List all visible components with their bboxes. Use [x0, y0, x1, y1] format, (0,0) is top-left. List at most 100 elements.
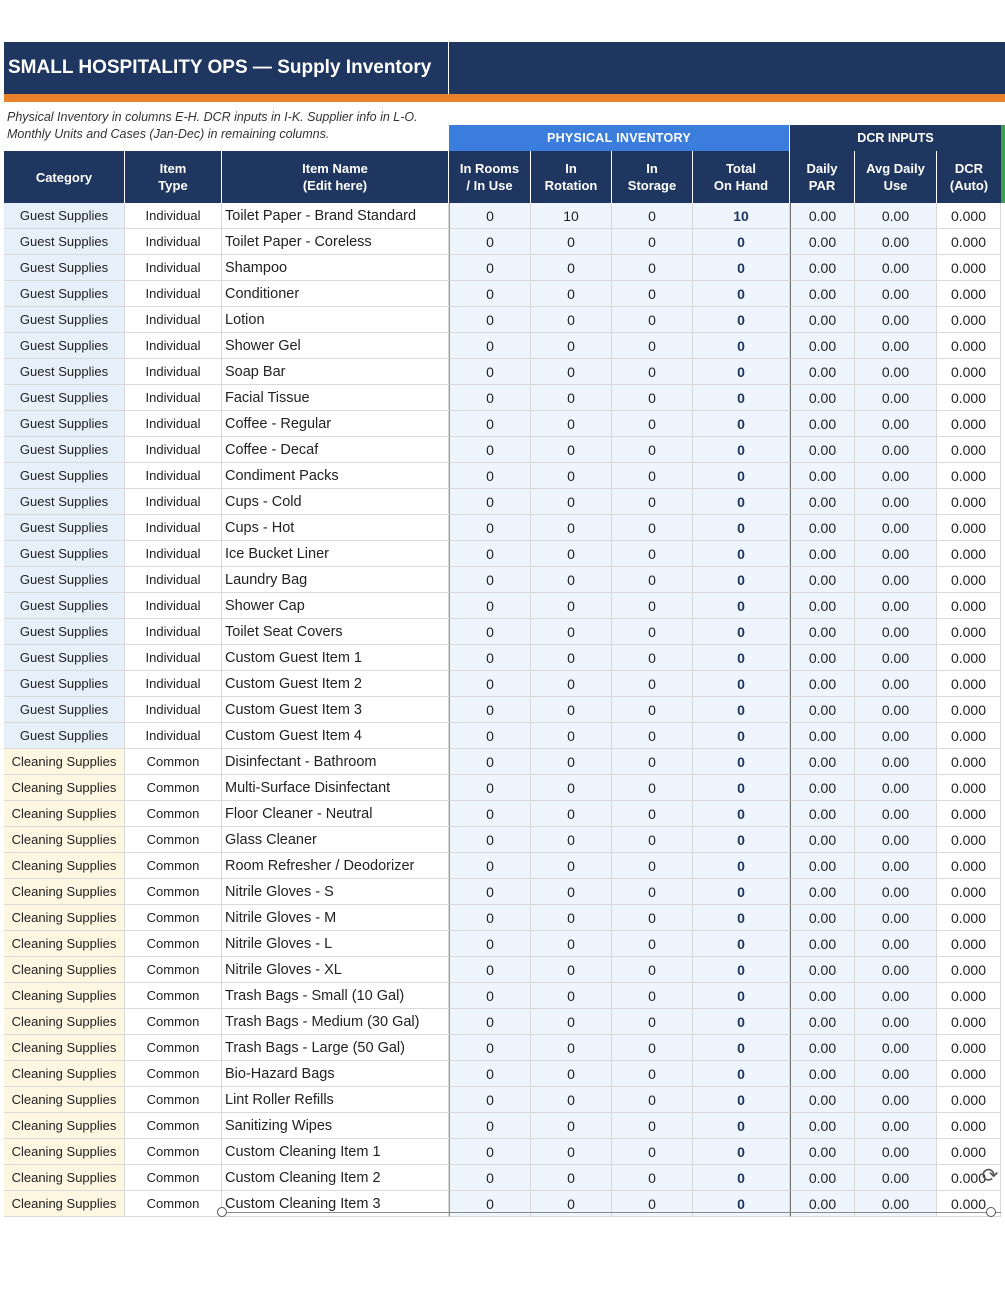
in-rooms-cell[interactable]: 0 [449, 541, 531, 567]
category-cell[interactable]: Cleaning Supplies [4, 853, 125, 879]
dcr-cell[interactable]: 0.000 [937, 255, 1001, 281]
in-rooms-cell[interactable]: 0 [449, 1087, 531, 1113]
total-on-hand-cell[interactable]: 0 [693, 957, 790, 983]
dcr-cell[interactable]: 0.000 [937, 437, 1001, 463]
avg-daily-use-cell[interactable]: 0.00 [855, 1035, 937, 1061]
category-cell[interactable]: Guest Supplies [4, 411, 125, 437]
in-rooms-cell[interactable]: 0 [449, 853, 531, 879]
in-rotation-cell[interactable]: 0 [531, 229, 612, 255]
item-name-cell[interactable]: Nitrile Gloves - L [222, 931, 449, 957]
avg-daily-use-cell[interactable]: 0.00 [855, 281, 937, 307]
total-on-hand-cell[interactable]: 0 [693, 983, 790, 1009]
item-name-cell[interactable]: Facial Tissue [222, 385, 449, 411]
in-rooms-cell[interactable]: 0 [449, 1139, 531, 1165]
in-storage-cell[interactable]: 0 [612, 385, 693, 411]
daily-par-cell[interactable]: 0.00 [790, 1009, 855, 1035]
item-type-cell[interactable]: Individual [125, 671, 222, 697]
in-rotation-cell[interactable]: 0 [531, 1035, 612, 1061]
in-rotation-cell[interactable]: 0 [531, 905, 612, 931]
item-name-cell[interactable]: Nitrile Gloves - M [222, 905, 449, 931]
category-cell[interactable]: Guest Supplies [4, 203, 125, 229]
category-cell[interactable]: Guest Supplies [4, 229, 125, 255]
item-name-cell[interactable]: Soap Bar [222, 359, 449, 385]
item-type-cell[interactable]: Individual [125, 385, 222, 411]
avg-daily-use-cell[interactable]: 0.00 [855, 827, 937, 853]
in-rooms-cell[interactable]: 0 [449, 281, 531, 307]
dcr-cell[interactable]: 0.000 [937, 619, 1001, 645]
item-type-cell[interactable]: Common [125, 879, 222, 905]
avg-daily-use-cell[interactable]: 0.00 [855, 1009, 937, 1035]
in-rooms-cell[interactable]: 0 [449, 411, 531, 437]
avg-daily-use-cell[interactable]: 0.00 [855, 437, 937, 463]
item-type-cell[interactable]: Individual [125, 567, 222, 593]
avg-daily-use-cell[interactable]: 0.00 [855, 957, 937, 983]
in-storage-cell[interactable]: 0 [612, 905, 693, 931]
in-rooms-cell[interactable]: 0 [449, 931, 531, 957]
in-storage-cell[interactable]: 0 [612, 515, 693, 541]
in-rotation-cell[interactable]: 0 [531, 775, 612, 801]
total-on-hand-cell[interactable]: 0 [693, 437, 790, 463]
in-rotation-cell[interactable]: 0 [531, 723, 612, 749]
in-storage-cell[interactable]: 0 [612, 333, 693, 359]
item-type-cell[interactable]: Individual [125, 411, 222, 437]
in-storage-cell[interactable]: 0 [612, 593, 693, 619]
daily-par-cell[interactable]: 0.00 [790, 515, 855, 541]
item-type-cell[interactable]: Common [125, 775, 222, 801]
daily-par-cell[interactable]: 0.00 [790, 827, 855, 853]
daily-par-cell[interactable]: 0.00 [790, 411, 855, 437]
total-on-hand-cell[interactable]: 0 [693, 489, 790, 515]
dcr-cell[interactable]: 0.000 [937, 671, 1001, 697]
total-on-hand-cell[interactable]: 0 [693, 1139, 790, 1165]
dcr-cell[interactable]: 0.000 [937, 411, 1001, 437]
avg-daily-use-cell[interactable]: 0.00 [855, 879, 937, 905]
in-storage-cell[interactable]: 0 [612, 619, 693, 645]
dcr-cell[interactable]: 0.000 [937, 333, 1001, 359]
category-cell[interactable]: Guest Supplies [4, 619, 125, 645]
avg-daily-use-cell[interactable]: 0.00 [855, 411, 937, 437]
category-cell[interactable]: Cleaning Supplies [4, 775, 125, 801]
in-storage-cell[interactable]: 0 [612, 775, 693, 801]
category-cell[interactable]: Guest Supplies [4, 671, 125, 697]
in-storage-cell[interactable]: 0 [612, 229, 693, 255]
category-cell[interactable]: Cleaning Supplies [4, 827, 125, 853]
in-storage-cell[interactable]: 0 [612, 827, 693, 853]
item-type-cell[interactable]: Common [125, 1009, 222, 1035]
total-on-hand-cell[interactable]: 0 [693, 1191, 790, 1217]
category-cell[interactable]: Guest Supplies [4, 515, 125, 541]
avg-daily-use-cell[interactable]: 0.00 [855, 671, 937, 697]
category-cell[interactable]: Guest Supplies [4, 463, 125, 489]
in-storage-cell[interactable]: 0 [612, 697, 693, 723]
total-on-hand-cell[interactable]: 0 [693, 1035, 790, 1061]
in-rooms-cell[interactable]: 0 [449, 463, 531, 489]
avg-daily-use-cell[interactable]: 0.00 [855, 1087, 937, 1113]
item-type-cell[interactable]: Individual [125, 645, 222, 671]
total-on-hand-cell[interactable]: 0 [693, 853, 790, 879]
category-cell[interactable]: Guest Supplies [4, 723, 125, 749]
item-name-cell[interactable]: Toilet Paper - Coreless [222, 229, 449, 255]
daily-par-cell[interactable]: 0.00 [790, 645, 855, 671]
dcr-cell[interactable]: 0.000 [937, 541, 1001, 567]
dcr-cell[interactable]: 0.000 [937, 567, 1001, 593]
item-type-cell[interactable]: Common [125, 1113, 222, 1139]
total-on-hand-cell[interactable]: 0 [693, 1165, 790, 1191]
category-cell[interactable]: Guest Supplies [4, 255, 125, 281]
in-rooms-cell[interactable]: 0 [449, 1113, 531, 1139]
total-on-hand-cell[interactable]: 10 [693, 203, 790, 229]
in-rooms-cell[interactable]: 0 [449, 229, 531, 255]
in-rotation-cell[interactable]: 0 [531, 385, 612, 411]
total-on-hand-cell[interactable]: 0 [693, 411, 790, 437]
category-cell[interactable]: Cleaning Supplies [4, 1087, 125, 1113]
daily-par-cell[interactable]: 0.00 [790, 671, 855, 697]
category-cell[interactable]: Cleaning Supplies [4, 957, 125, 983]
item-type-cell[interactable]: Individual [125, 359, 222, 385]
in-rooms-cell[interactable]: 0 [449, 983, 531, 1009]
in-storage-cell[interactable]: 0 [612, 749, 693, 775]
item-type-cell[interactable]: Individual [125, 541, 222, 567]
category-cell[interactable]: Cleaning Supplies [4, 983, 125, 1009]
item-name-cell[interactable]: Trash Bags - Small (10 Gal) [222, 983, 449, 1009]
in-storage-cell[interactable]: 0 [612, 255, 693, 281]
in-rooms-cell[interactable]: 0 [449, 879, 531, 905]
avg-daily-use-cell[interactable]: 0.00 [855, 801, 937, 827]
dcr-cell[interactable]: 0.000 [937, 307, 1001, 333]
item-name-cell[interactable]: Condiment Packs [222, 463, 449, 489]
